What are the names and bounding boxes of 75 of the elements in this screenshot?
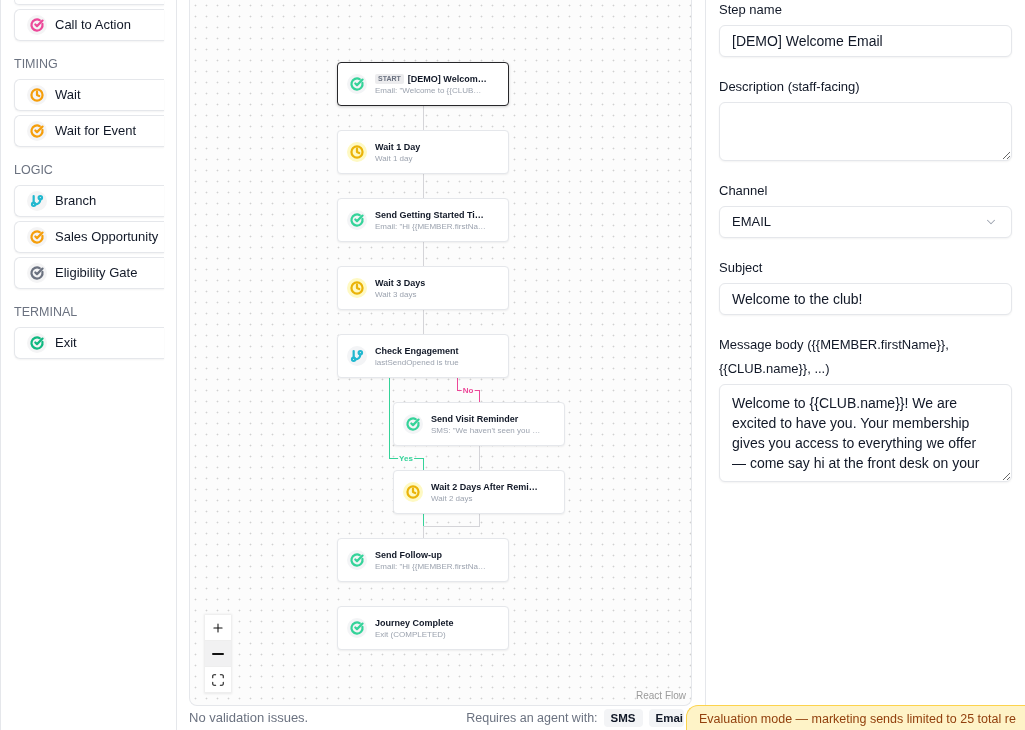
edge-label: No — [461, 385, 475, 395]
textarea-field[interactable]: Welcome to {{CLUB.name}}! We are excited to have you. Your membership gives you access to everything we offer — come say hi at the front desk on your — [719, 384, 1012, 482]
flow-node[interactable]: Wait 3 Days Wait 3 days — [337, 266, 509, 310]
branch-icon — [27, 191, 47, 211]
flow-node[interactable]: Journey Complete Exit (COMPLETED) — [337, 606, 509, 650]
field-label: Step name — [719, 1, 783, 19]
node-subtitle: Email: "Hi {{MEMBER.firstNa… — [375, 221, 486, 232]
requirements-label: Requires an agent with: — [466, 709, 598, 727]
sidebar-item[interactable]: Exit — [14, 327, 164, 359]
sidebar-item[interactable]: Branch — [14, 185, 164, 217]
check-circle-icon — [27, 263, 47, 283]
node-title: Send Visit Reminder — [431, 412, 519, 425]
edge-label: Yes — [398, 453, 414, 463]
node-subtitle: Exit (COMPLETED) — [375, 629, 447, 640]
flow-node[interactable]: Wait 1 Day Wait 1 day — [337, 130, 509, 174]
check-circle-icon — [403, 414, 423, 434]
zoom-out-button[interactable] — [205, 641, 231, 667]
clock-icon — [27, 85, 47, 105]
zoom-in-button[interactable] — [205, 615, 231, 641]
check-circle-icon — [27, 227, 47, 247]
check-circle-icon — [347, 210, 367, 230]
fit-view-button[interactable] — [205, 667, 231, 693]
field-label: Description (staff-facing) — [719, 78, 861, 96]
node-title: Check Engagement — [375, 344, 459, 357]
node-subtitle: lastSendOpened is true — [375, 357, 459, 368]
node-title: Journey Complete — [375, 616, 454, 629]
sidebar-item[interactable]: Wait for Event — [14, 115, 164, 147]
field-label: Channel — [719, 182, 769, 200]
node-title: [DEMO] Welcom… — [407, 72, 487, 85]
plus-icon — [211, 620, 225, 635]
flow-node[interactable]: Wait 2 Days After Remi… Wait 2 days — [393, 470, 565, 514]
flow-node[interactable]: Send Getting Started Ti… Email: "Hi {{MEMBER.firstNa… — [337, 198, 509, 242]
input-field[interactable]: [DEMO] Welcome Email — [719, 25, 1012, 57]
node-subtitle: SMS: "We haven't seen you … — [431, 425, 541, 436]
maximize-icon — [211, 672, 225, 687]
sidebar-item[interactable]: Wait — [14, 79, 164, 111]
node-title: Send Getting Started Ti… — [375, 208, 484, 221]
node-subtitle: Wait 3 days — [375, 289, 418, 300]
flow-node[interactable]: Send Follow-up Email: "Hi {{MEMBER.firstNa… — [337, 538, 509, 582]
node-subtitle: Email: "Hi {{MEMBER.firstNa… — [375, 561, 486, 572]
check-circle-icon — [347, 618, 367, 638]
node-title: Wait 3 Days — [375, 276, 426, 289]
evaluation-banner: Evaluation mode — marketing sends limited to 25 total re — [686, 705, 1025, 730]
check-circle-icon — [27, 15, 47, 35]
field-label: Subject — [719, 259, 764, 277]
node-subtitle: Wait 2 days — [431, 493, 474, 504]
input-field[interactable]: Welcome to the club! — [719, 283, 1012, 315]
sidebar-item[interactable]: Sales Opportunity — [14, 221, 164, 253]
clock-icon — [403, 482, 423, 502]
branch-icon — [347, 346, 367, 366]
channel-tag: Emai — [648, 709, 684, 727]
check-circle-icon — [27, 121, 47, 141]
channel-tag: SMS — [603, 709, 643, 727]
clock-icon — [347, 142, 367, 162]
check-circle-icon — [347, 550, 367, 570]
flow-node[interactable]: Send Visit Reminder SMS: "We haven't seen you … — [393, 402, 565, 446]
node-title: Wait 1 Day — [375, 140, 421, 153]
section-heading: LOGIC — [14, 162, 54, 178]
select-field[interactable]: EMAIL — [719, 206, 1012, 238]
node-subtitle: Wait 1 day — [375, 153, 414, 164]
section-heading: TIMING — [14, 56, 59, 72]
clock-icon — [347, 278, 367, 298]
flow-node[interactable]: Check Engagement lastSendOpened is true — [337, 334, 509, 378]
section-heading: TERMINAL — [14, 304, 79, 320]
textarea-field[interactable] — [719, 102, 1012, 161]
field-label: Message body ({{MEMBER.firstName}}, {{CLUB.name}}, ...) — [719, 336, 950, 378]
sidebar-item[interactable]: Eligibility Gate — [14, 257, 164, 289]
check-circle-icon — [347, 74, 367, 94]
node-subtitle: Email: "Welcome to {{CLUB… — [375, 85, 483, 96]
check-circle-icon — [27, 333, 47, 353]
node-title: Send Follow-up — [375, 548, 442, 561]
validation-status: No validation issues. — [189, 709, 309, 728]
sidebar-item[interactable]: Call to Action — [14, 9, 164, 41]
minus-icon — [212, 652, 224, 655]
node-title: Wait 2 Days After Remi… — [431, 480, 538, 493]
